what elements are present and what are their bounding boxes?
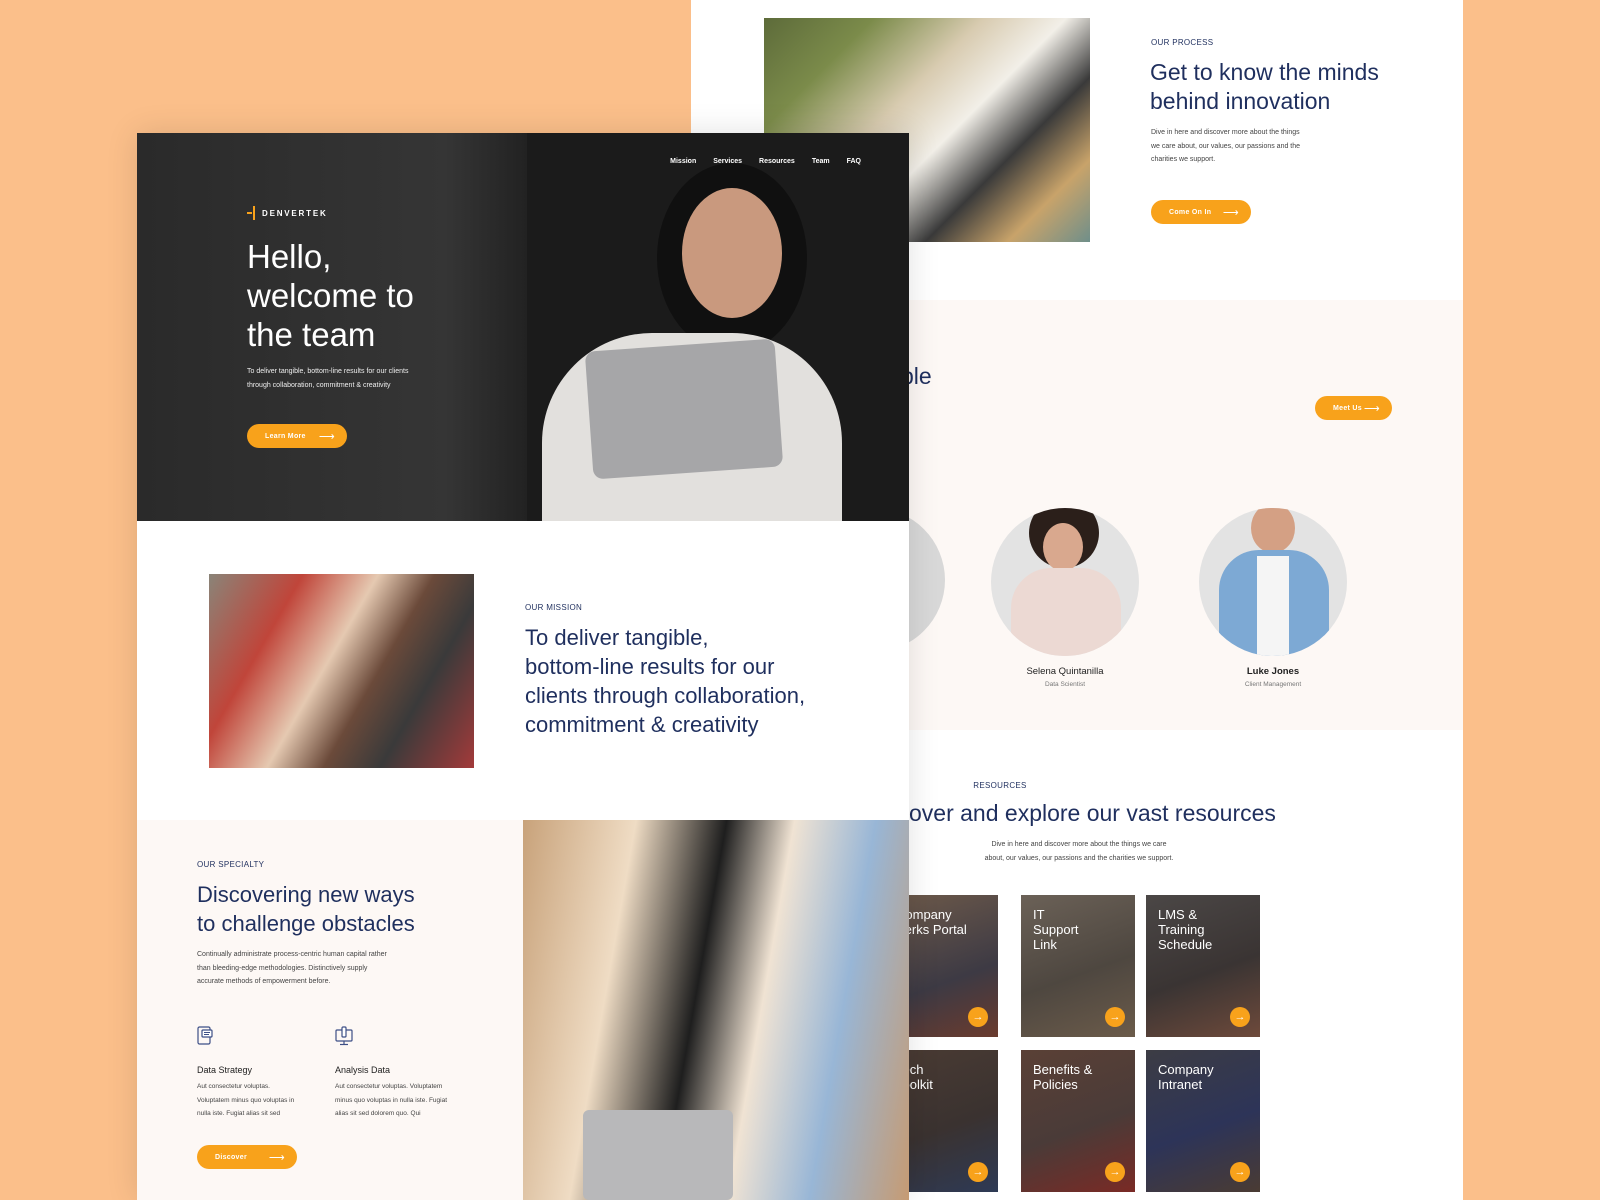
member-name: Selena Quintanilla <box>1026 666 1104 677</box>
arrow-right-icon: ⟶ <box>1222 206 1239 219</box>
brand-mark-icon <box>247 206 257 220</box>
member-name: Luke Jones <box>1246 666 1300 677</box>
arrow-right-icon: ⟶ <box>1363 402 1380 415</box>
arrow-right-icon[interactable]: → <box>1105 1007 1125 1027</box>
nav-services[interactable]: Services <box>713 158 742 165</box>
nav-faq[interactable]: FAQ <box>847 158 861 165</box>
specialty-photo <box>523 820 909 1200</box>
nav-resources[interactable]: Resources <box>759 158 795 165</box>
learn-more-button[interactable]: Learn More ⟶ <box>247 424 347 448</box>
arrow-right-icon[interactable]: → <box>1105 1162 1125 1182</box>
arrow-right-icon[interactable]: → <box>1230 1007 1250 1027</box>
specialty-title: Discovering new ways to challenge obstac… <box>197 882 415 936</box>
arrow-right-icon: ⟶ <box>268 1151 285 1164</box>
meet-us-button[interactable]: Meet Us ⟶ <box>1315 396 1392 420</box>
process-label: OUR PROCESS <box>1151 38 1214 47</box>
brand-logo[interactable]: DENVERTEK <box>247 206 328 220</box>
specialty-label: OUR SPECIALTY <box>197 860 265 869</box>
member-role: Data Scientist <box>1044 681 1086 688</box>
member-role: Client Management <box>1244 681 1302 688</box>
discover-button[interactable]: Discover ⟶ <box>197 1145 297 1169</box>
team-member-avatar <box>991 508 1139 656</box>
monitor-pen-icon <box>335 1026 353 1046</box>
mission-statement: To deliver tangible, bottom-line results… <box>525 625 806 737</box>
specialty-body: Continually administrate process-centric… <box>197 951 387 985</box>
resource-card[interactable]: LMS & Training Schedule → <box>1146 895 1260 1037</box>
arrow-right-icon[interactable]: → <box>968 1007 988 1027</box>
nav-team[interactable]: Team <box>812 158 830 165</box>
mission-label: OUR MISSION <box>525 603 583 612</box>
front-page-mockup: Mission Services Resources Team FAQ DENV… <box>137 133 909 1200</box>
mission-photo <box>209 574 474 768</box>
nav-mission[interactable]: Mission <box>670 158 696 165</box>
feature-analysis-data: Analysis Data Aut consectetur voluptas. … <box>335 1026 475 1121</box>
arrow-right-icon: ⟶ <box>318 430 335 443</box>
document-chat-icon <box>197 1026 213 1045</box>
come-on-in-button[interactable]: Come On In ⟶ <box>1151 200 1251 224</box>
main-nav: Mission Services Resources Team FAQ <box>670 158 861 165</box>
hero-title: Hello, welcome to the team <box>247 238 414 353</box>
resources-title: over and explore our vast resources <box>909 800 1276 826</box>
resource-card[interactable]: IT Support Link → <box>1021 895 1135 1037</box>
team-member-avatar <box>1199 508 1347 656</box>
resources-body: Dive in here and discover more about the… <box>984 841 1174 862</box>
resource-card[interactable]: Company Intranet → <box>1146 1050 1260 1192</box>
resource-card[interactable]: Benefits & Policies → <box>1021 1050 1135 1192</box>
hero-subtitle: To deliver tangible, bottom-line results… <box>247 368 409 389</box>
arrow-right-icon[interactable]: → <box>1230 1162 1250 1182</box>
process-body: Dive in here and discover more about the… <box>1151 129 1301 163</box>
arrow-right-icon[interactable]: → <box>968 1162 988 1182</box>
specialty-section <box>137 820 523 1200</box>
process-title: Get to know the minds behind innovation <box>1150 59 1379 114</box>
feature-data-strategy: Data Strategy Aut consectetur voluptas. … <box>197 1026 327 1121</box>
